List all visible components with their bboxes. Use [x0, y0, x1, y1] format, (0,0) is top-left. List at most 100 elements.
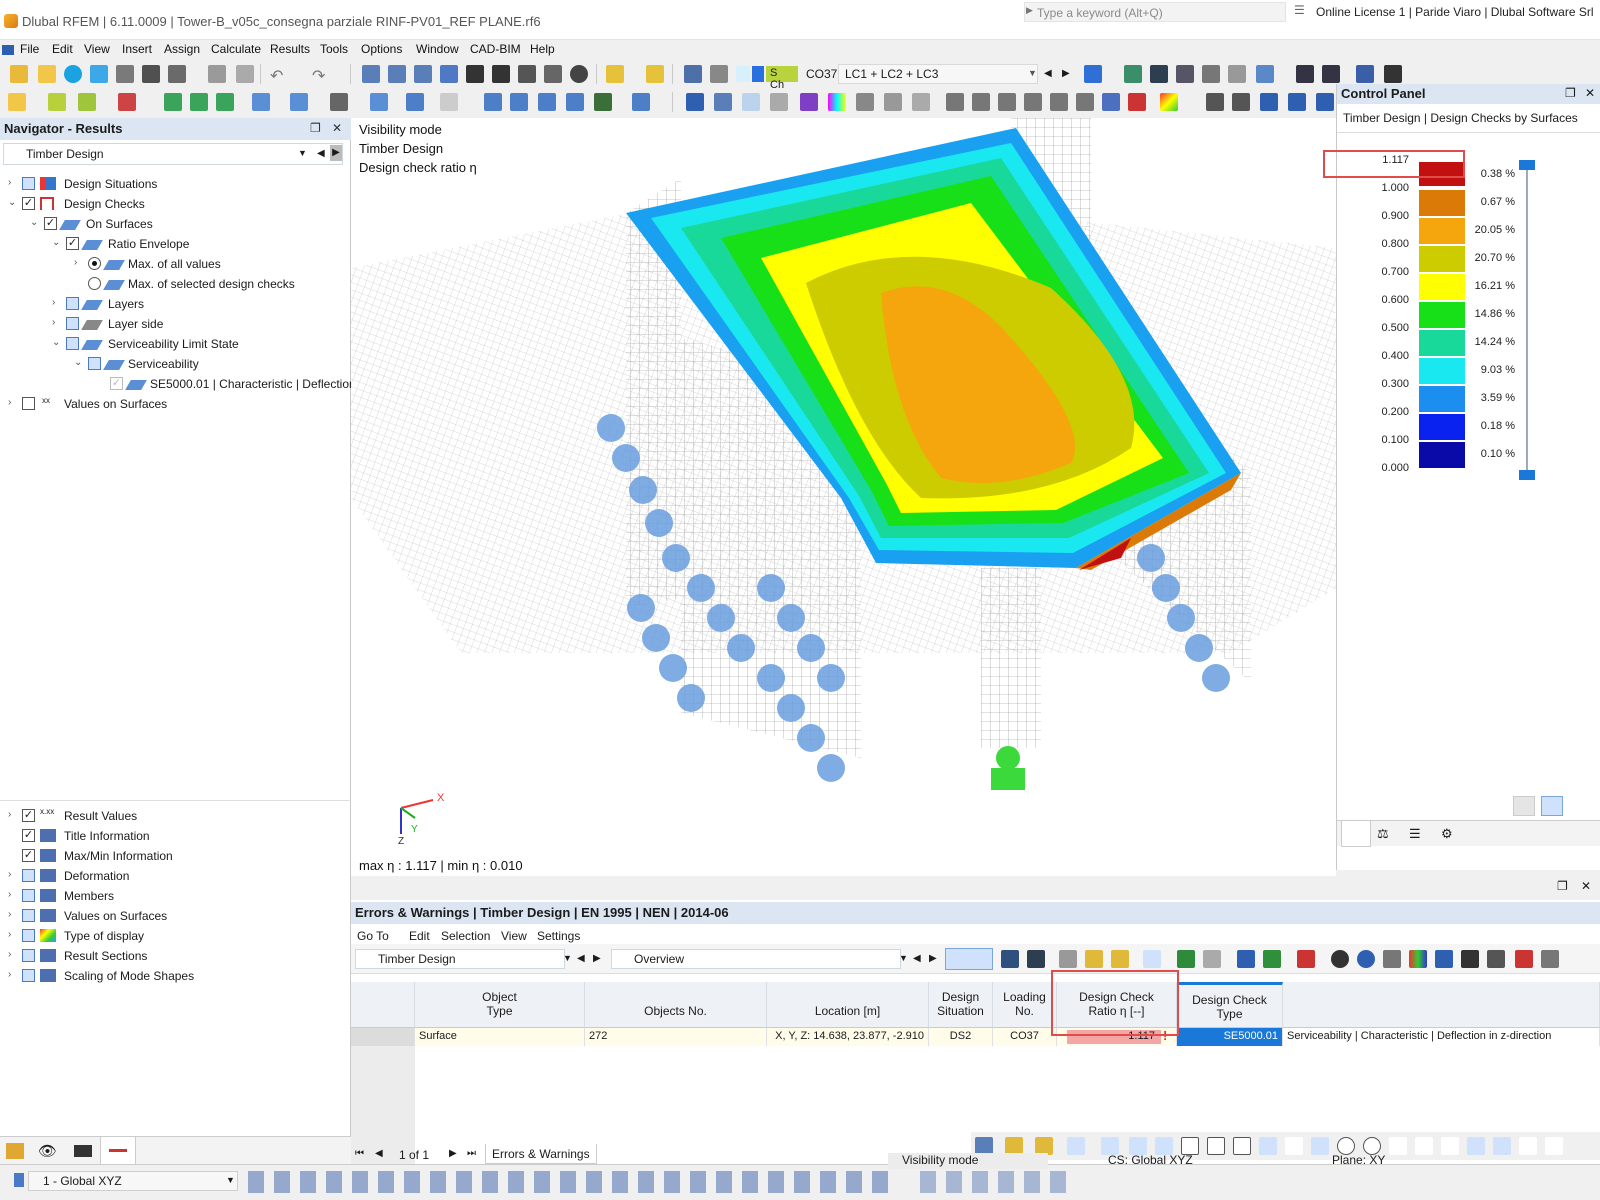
tools-icon[interactable]: [1461, 950, 1479, 968]
column-check-type[interactable]: Design CheckType: [1177, 982, 1283, 1028]
grid-display-icon[interactable]: [1467, 1137, 1485, 1155]
expand-icon[interactable]: ›: [8, 909, 18, 920]
numbering-icon[interactable]: [1322, 65, 1340, 83]
script-icon[interactable]: [466, 65, 484, 83]
visibility-tools[interactable]: [920, 1171, 1070, 1193]
results-table-icon[interactable]: [440, 65, 458, 83]
render-icon[interactable]: [884, 93, 902, 111]
checkbox[interactable]: ✓: [110, 377, 123, 390]
scale-tab-icon[interactable]: ⚖: [1377, 826, 1389, 842]
checkbox[interactable]: ✓: [44, 217, 57, 230]
table-filter-icon[interactable]: [1237, 950, 1255, 968]
ruler-icon[interactable]: [1383, 950, 1401, 968]
table-menu-settings[interactable]: Settings: [537, 929, 580, 943]
checkbox[interactable]: ✓: [22, 809, 35, 822]
table-menu-selection[interactable]: Selection: [441, 929, 490, 943]
report-icon[interactable]: [208, 65, 226, 83]
export-icon[interactable]: [1487, 950, 1505, 968]
line-snap-icon[interactable]: [1285, 1137, 1303, 1155]
collapse-icon[interactable]: ⌄: [30, 217, 40, 228]
next-module-icon[interactable]: ▶: [593, 953, 601, 964]
sync-selection-button[interactable]: [945, 948, 993, 970]
search-input[interactable]: Type a keyword (Alt+Q): [1024, 2, 1286, 22]
result-filter-icon[interactable]: [1084, 65, 1102, 83]
info-icon[interactable]: [1357, 950, 1375, 968]
section-icon[interactable]: [370, 93, 388, 111]
chevron-down-icon[interactable]: ▼: [298, 148, 307, 158]
hatching-icon[interactable]: [1384, 65, 1402, 83]
checkbox[interactable]: ✓: [22, 829, 35, 842]
data-tab-icon[interactable]: [6, 1143, 24, 1159]
polyline-icon[interactable]: [78, 93, 96, 111]
expand-icon[interactable]: ›: [8, 969, 18, 980]
list-tab-icon[interactable]: ☰: [1409, 826, 1421, 842]
guide-lines-icon[interactable]: [1519, 1137, 1537, 1155]
last-page-icon[interactable]: ⏭: [467, 1148, 476, 1159]
checkbox[interactable]: [66, 297, 79, 310]
table-menu-goto[interactable]: Go To: [357, 929, 389, 943]
menu-help[interactable]: Help: [530, 42, 555, 56]
expand-icon[interactable]: ›: [8, 929, 18, 940]
target-icon[interactable]: [570, 65, 588, 83]
checkbox[interactable]: [66, 317, 79, 330]
checkbox[interactable]: ✓: [22, 849, 35, 862]
chevron-down-icon[interactable]: ▼: [899, 953, 908, 963]
line-tool-icon[interactable]: [48, 93, 66, 111]
iso-bands-icon[interactable]: [972, 93, 990, 111]
menu-view[interactable]: View: [84, 42, 110, 56]
menu-tools[interactable]: Tools: [320, 42, 348, 56]
cell-location[interactable]: X, Y, Z: 14.638, 23.877, -2.910: [767, 1028, 929, 1046]
extreme-icon[interactable]: [1076, 93, 1094, 111]
cell-description[interactable]: Serviceability | Characteristic | Deflec…: [1283, 1028, 1600, 1046]
midpoint-icon[interactable]: [1441, 1137, 1459, 1155]
coordinate-system-select[interactable]: 1 - Global XYZ: [28, 1171, 238, 1191]
expand-icon[interactable]: ›: [8, 177, 18, 188]
navigator-module-select[interactable]: Timber Design: [3, 143, 343, 165]
load-member-icon[interactable]: [484, 93, 502, 111]
new-model-icon[interactable]: [10, 65, 28, 83]
sheet-icon[interactable]: [544, 65, 562, 83]
animate-icon[interactable]: [770, 93, 788, 111]
chevron-down-icon[interactable]: ▼: [226, 1175, 235, 1185]
stress-icon[interactable]: [1024, 93, 1042, 111]
expand-icon[interactable]: ›: [52, 317, 62, 328]
annotation-icon[interactable]: [606, 65, 624, 83]
chart-icon[interactable]: [1143, 950, 1161, 968]
close-control-panel-icon[interactable]: ✕: [1585, 86, 1595, 100]
menu-options[interactable]: Options: [361, 42, 402, 56]
cell-situation[interactable]: DS2: [929, 1028, 993, 1046]
clipping-icon[interactable]: [714, 93, 732, 111]
imperfection-icon[interactable]: [594, 93, 612, 111]
support-line-icon[interactable]: [190, 93, 208, 111]
checkbox[interactable]: [22, 949, 35, 962]
float-panel-icon[interactable]: ❐: [1557, 879, 1568, 893]
collapse-icon[interactable]: ⌄: [8, 197, 18, 208]
grid-view-icon[interactable]: [388, 65, 406, 83]
chart-red-icon[interactable]: [1515, 950, 1533, 968]
legend-slider-track[interactable]: [1526, 162, 1528, 472]
prev-module-icon[interactable]: ◀: [317, 148, 325, 159]
legend-slider-max-handle[interactable]: [1519, 160, 1535, 170]
select-pointer-icon[interactable]: [1297, 950, 1315, 968]
sections-icon[interactable]: [414, 65, 432, 83]
view-filter-icon[interactable]: [1256, 65, 1274, 83]
next-combo-icon[interactable]: ▶: [1062, 68, 1070, 79]
support-tool-icon[interactable]: [164, 93, 182, 111]
xxx-values-icon[interactable]: [1150, 65, 1168, 83]
columns-icon[interactable]: [1059, 950, 1077, 968]
column-location[interactable]: Location [m]: [767, 982, 929, 1028]
table-menu-view[interactable]: View: [501, 929, 527, 943]
save-all-icon[interactable]: [116, 65, 134, 83]
cell-objects-no[interactable]: 272: [585, 1028, 767, 1046]
checkbox[interactable]: ✓: [22, 197, 35, 210]
checkbox[interactable]: [22, 969, 35, 982]
grid-lines-icon[interactable]: [1493, 1137, 1511, 1155]
iso-lines-icon[interactable]: [946, 93, 964, 111]
column-objects-no[interactable]: Objects No.: [585, 982, 767, 1028]
results-tab[interactable]: [100, 1137, 136, 1165]
view-y-icon[interactable]: [1288, 93, 1306, 111]
web-icon[interactable]: [90, 65, 108, 83]
probe-icon[interactable]: [1128, 93, 1146, 111]
decimals-icon[interactable]: [1263, 950, 1281, 968]
colors-icon[interactable]: [1409, 950, 1427, 968]
